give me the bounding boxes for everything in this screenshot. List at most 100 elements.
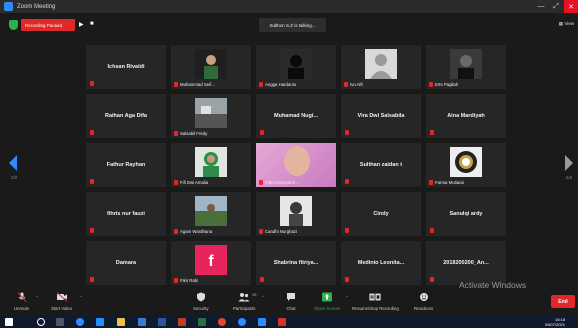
participant-tile[interactable]: Medinio Leonita... [341,241,421,285]
participant-video [365,49,397,79]
participant-tile[interactable]: 2018200200_An... [426,241,506,285]
mic-muted-icon [260,277,264,282]
mic-muted-icon [174,278,178,283]
participant-name: Cindy [373,211,389,217]
active-speaker-indicator: Sulthon S.Z is talking... [259,18,326,32]
participant-tile[interactable]: Aina Mardiyah [426,94,506,138]
next-page-arrow-icon[interactable] [565,155,573,171]
participant-tile[interactable]: Damara [86,241,166,285]
participant-count: 38 [252,292,257,297]
participant-tile[interactable]: Fifi Dwi Amalia [171,143,251,187]
powerpoint-icon[interactable] [178,318,186,326]
participant-tile[interactable]: Sulthan zaidan t [341,143,421,187]
participant-name-label: Villa Damayanti ... [258,180,300,185]
participant-tile[interactable]: Villa Damayanti ... [256,143,336,187]
mic-muted-icon [345,277,349,282]
participant-tile[interactable]: Vira Dwi Salsabila [341,94,421,138]
svg-text:f: f [208,253,214,270]
video-options-caret-icon[interactable]: ^ [80,294,82,299]
participant-tile[interactable]: Salsabil Fredy [171,94,251,138]
acrobat-icon[interactable] [278,318,286,326]
store-icon[interactable] [138,318,146,326]
participant-tile[interactable]: Shabrina fitriya... [256,241,336,285]
audio-options-caret-icon[interactable]: ^ [36,294,38,299]
chat-icon [287,293,295,301]
chat-button[interactable]: Chat [285,292,297,311]
participant-video [284,146,310,176]
previous-page-arrow-icon[interactable] [9,155,17,171]
participant-tile[interactable]: Fathur Rayhan [86,143,166,187]
share-options-caret-icon[interactable]: ^ [346,294,348,299]
file-explorer-icon[interactable] [117,318,125,326]
watermark-line-1: Activate Windows [459,280,527,290]
mic-muted-icon [259,82,263,87]
participant-video [195,147,227,177]
mic-muted-icon [260,130,264,135]
resume-recording-button[interactable]: ▶ [79,21,84,28]
participants-icon [238,293,250,302]
minimize-button[interactable]: — [534,0,548,13]
participant-video [195,49,227,79]
gallery-grid: Ichsan Rivaldi Muhammad Seif... Angga Hard… [86,45,506,285]
end-meeting-button[interactable]: End [551,295,575,308]
view-button[interactable]: ▦ View [559,21,574,27]
participant-tile[interactable]: fihris nur fauzi [86,192,166,236]
participant-tile[interactable]: Sanulqi ardy [426,192,506,236]
close-button[interactable]: ✕ [564,0,578,13]
participant-tile[interactable]: Ivo Alfi [341,45,421,89]
participant-name-label: Angga Hardanto [258,82,296,87]
mic-muted-icon [17,292,26,302]
recording-button[interactable]: Resume/Stop Recording [352,292,399,311]
participant-name: Aina Mardiyah [447,113,485,119]
participant-tile[interactable]: Erts Pagilah [426,45,506,89]
participant-tile[interactable]: Muhammad Seif... [171,45,251,89]
participant-name-label: Erts Pagilah [428,82,458,87]
search-icon[interactable] [37,318,45,326]
participant-tile[interactable]: Agam Wardhana [171,192,251,236]
taskbar-app-icon-2[interactable] [258,318,266,326]
meeting-toolbar: Unmute ^ Start Video ^ Security Particip… [0,290,578,316]
view-label: View [564,21,574,26]
chat-label: Chat [286,306,296,311]
participant-tile[interactable]: Muhamad Nugi... [256,94,336,138]
mic-muted-icon [90,81,94,86]
taskbar-app-icon[interactable] [96,318,104,326]
participant-tile[interactable]: Candhi Nurghazi [256,192,336,236]
participant-tile[interactable]: Farma Mutiarai [426,143,506,187]
task-view-icon[interactable] [56,318,64,326]
participant-name-label: Farma Mutiarai [428,180,464,185]
zoom-taskbar-icon[interactable] [238,318,246,326]
stop-recording-button[interactable]: ■ [90,21,94,27]
participant-name: Muhamad Nugi... [274,113,318,119]
participant-video [195,98,227,128]
chrome-icon[interactable] [218,318,226,326]
taskbar-clock[interactable]: 15:18 09/07/2021 [545,317,565,327]
participant-tile[interactable]: Raihan Aga Difa [86,94,166,138]
participants-caret-icon[interactable]: ^ [262,294,264,299]
unmute-button[interactable]: Unmute [14,292,29,311]
windows-start-icon[interactable] [5,318,13,326]
participant-name-label: Agam Wardhana [173,229,212,234]
participant-tile[interactable]: Cindy [341,192,421,236]
reactions-button[interactable]: Reactions [414,292,433,311]
maximize-button[interactable]: ⤢ [549,0,563,13]
encryption-shield-icon[interactable] [9,20,18,30]
share-screen-button[interactable]: Share Screen [314,292,340,311]
participant-tile[interactable]: Ichsan Rivaldi [86,45,166,89]
mic-muted-icon [90,130,94,135]
participant-tile[interactable]: Angga Hardanto [256,45,336,89]
excel-icon[interactable] [198,318,206,326]
start-video-button[interactable]: Start Video [51,292,72,311]
recording-icon [369,293,381,301]
participant-name: Shabrina fitriya... [273,260,319,266]
participant-name-label: Salsabil Fredy [173,131,207,136]
mic-muted-icon [344,82,348,87]
word-icon[interactable] [158,318,166,326]
window-title: Zoom Meeting [17,3,56,10]
participant-name: Medinio Leonita... [357,260,405,266]
participant-video [195,196,227,226]
participant-tile[interactable]: f Fikri Rabi [171,241,251,285]
security-button[interactable]: Security [193,292,209,311]
edge-browser-icon[interactable] [76,318,84,326]
participant-name-text: Farma Mutiarai [435,180,464,185]
